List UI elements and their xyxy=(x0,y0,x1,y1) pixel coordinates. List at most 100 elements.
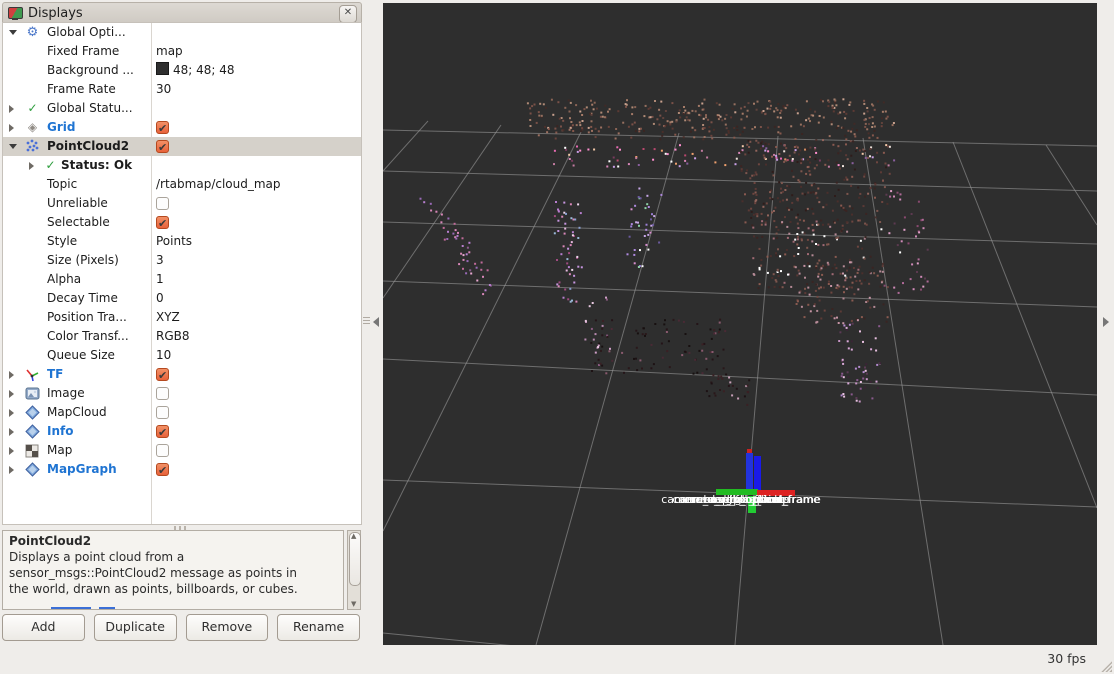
displays-tree[interactable]: ⚙ Global Opti... Fixed Frame map Background … xyxy=(2,22,362,525)
tree-row-pointcloud2[interactable]: PointCloud2 xyxy=(3,137,361,157)
tree-row-label: Style xyxy=(47,234,78,248)
tree-row-frame-rate[interactable]: Frame Rate 30 xyxy=(3,80,361,99)
pointcloud-cluster-ceiling-band xyxy=(526,98,895,130)
check-icon: ✓ xyxy=(45,158,56,172)
tree-row-value[interactable]: map xyxy=(156,42,183,61)
collapse-right-icon[interactable] xyxy=(1103,317,1109,327)
checkbox-checked[interactable] xyxy=(156,214,169,233)
tree-row-label: Queue Size xyxy=(47,348,115,362)
tree-row-image[interactable]: Image xyxy=(3,384,361,403)
tree-row-status-ok[interactable]: ✓ Status: Ok xyxy=(3,156,361,175)
tree-row-label: Background ... xyxy=(47,63,134,77)
map-icon xyxy=(25,443,40,458)
tree-row-unreliable[interactable]: Unreliable xyxy=(3,194,361,213)
tree-row-background[interactable]: Background ... 48; 48; 48 xyxy=(3,61,361,80)
check-icon: ✓ xyxy=(27,101,38,115)
ground-grid xyxy=(383,120,1097,645)
scroll-down-icon[interactable]: ▼ xyxy=(351,600,356,608)
pointcloud-cluster-mid-column-lower xyxy=(584,296,611,366)
description-line: the world, drawn as points, billboards, … xyxy=(9,582,298,596)
tree-row-tf[interactable]: TF xyxy=(3,365,361,385)
chevron-right-icon[interactable] xyxy=(9,371,14,379)
checkbox-unchecked[interactable] xyxy=(156,387,169,400)
checkbox-unchecked[interactable] xyxy=(156,444,169,457)
tree-row-fixed-frame[interactable]: Fixed Frame map xyxy=(3,42,361,61)
tree-row-label: Position Tra... xyxy=(47,310,127,324)
tree-row-grid[interactable]: ◈ Grid xyxy=(3,118,361,138)
checkbox-checked[interactable] xyxy=(156,119,169,138)
tree-row-value[interactable]: 1 xyxy=(156,270,164,289)
checkbox-checked[interactable] xyxy=(156,138,169,157)
chevron-right-icon[interactable] xyxy=(9,105,14,113)
collapse-left-icon[interactable] xyxy=(373,317,379,327)
fps-counter: 30 fps xyxy=(1047,651,1086,666)
tree-row-size-pixels[interactable]: Size (Pixels) 3 xyxy=(3,251,361,270)
displays-panel-titlebar[interactable]: Displays ✕ xyxy=(2,2,362,24)
tree-row-value[interactable]: RGB8 xyxy=(156,327,190,346)
chevron-right-icon[interactable] xyxy=(9,124,14,132)
tree-row-value[interactable]: 48; 48; 48 xyxy=(156,61,235,80)
chevron-right-icon[interactable] xyxy=(9,409,14,417)
gear-icon: ⚙ xyxy=(26,25,39,40)
tree-row-alpha[interactable]: Alpha 1 xyxy=(3,270,361,289)
tree-row-position-tra[interactable]: Position Tra... XYZ xyxy=(3,308,361,327)
tree-row-label: MapCloud xyxy=(47,405,107,419)
chevron-right-icon[interactable] xyxy=(9,428,14,436)
tree-row-value[interactable]: 10 xyxy=(156,346,171,365)
clipped-link-fragment xyxy=(99,607,115,609)
tree-row-label: Alpha xyxy=(47,272,82,286)
chevron-down-icon[interactable] xyxy=(9,144,17,149)
tree-row-label: Image xyxy=(47,386,85,400)
displays-panel-icon xyxy=(8,6,23,20)
pointcloud-cluster-floor-cluster xyxy=(590,318,727,375)
tree-row-label: Size (Pixels) xyxy=(47,253,119,267)
panel-resize-grip[interactable] xyxy=(363,317,370,328)
checkbox-checked[interactable] xyxy=(156,423,169,442)
scrollbar-thumb[interactable] xyxy=(349,532,361,586)
checkbox-unchecked[interactable] xyxy=(156,197,169,210)
chevron-right-icon[interactable] xyxy=(9,466,14,474)
tree-row-label: Info xyxy=(47,424,74,438)
add-button[interactable]: Add xyxy=(2,614,85,641)
checkbox-checked[interactable] xyxy=(156,366,169,385)
render-viewport[interactable]: camera_link camera_depth_frame camera_dept… xyxy=(383,3,1097,645)
pointcloud-cluster-curtain-lower xyxy=(795,261,889,325)
tree-row-decay-time[interactable]: Decay Time 0 xyxy=(3,289,361,308)
tree-row-label: Global Opti... xyxy=(47,25,126,39)
tree-row-value[interactable]: XYZ xyxy=(156,308,180,327)
duplicate-button[interactable]: Duplicate xyxy=(93,614,177,641)
tree-row-value[interactable]: 3 xyxy=(156,251,164,270)
tree-row-value[interactable]: 30 xyxy=(156,80,171,99)
remove-button[interactable]: Remove xyxy=(185,614,269,641)
tree-row-global-statu[interactable]: ✓ Global Statu... xyxy=(3,99,361,118)
pointcloud-cluster-accent-band xyxy=(553,144,896,168)
tree-row-label: Color Transf... xyxy=(47,329,129,343)
tree-row-topic[interactable]: Topic/rtabmap/cloud_map xyxy=(3,175,361,194)
chevron-right-icon[interactable] xyxy=(9,447,14,455)
tree-row-queue-size[interactable]: Queue Size 10 xyxy=(3,346,361,365)
rename-button[interactable]: Rename xyxy=(277,614,360,641)
tree-row-selectable[interactable]: Selectable xyxy=(3,213,361,233)
window-resize-grip[interactable] xyxy=(1099,659,1112,672)
tree-row-global-opti[interactable]: ⚙ Global Opti... xyxy=(3,23,361,42)
tree-row-map[interactable]: Map xyxy=(3,441,361,460)
chevron-right-icon[interactable] xyxy=(29,162,34,170)
tree-row-mapcloud[interactable]: MapCloud xyxy=(3,403,361,422)
checkbox-checked[interactable] xyxy=(156,461,169,480)
close-icon[interactable]: ✕ xyxy=(339,5,357,23)
tree-row-value[interactable]: 0 xyxy=(156,289,164,308)
pointcloud-cluster-door-column xyxy=(883,190,929,294)
tree-row-mapgraph[interactable]: MapGraph xyxy=(3,460,361,480)
checkbox-unchecked[interactable] xyxy=(156,406,169,419)
tree-row-style[interactable]: Style Points xyxy=(3,232,361,251)
chevron-right-icon[interactable] xyxy=(9,390,14,398)
chevron-down-icon[interactable] xyxy=(9,30,17,35)
tree-row-value[interactable]: Points xyxy=(156,232,192,251)
tree-row-color-transf[interactable]: Color Transf... RGB8 xyxy=(3,327,361,346)
scroll-up-icon[interactable]: ▲ xyxy=(351,532,356,540)
tree-row-info[interactable]: Info xyxy=(3,422,361,442)
pointcloud-cluster-floor-sprinkle xyxy=(705,373,751,406)
description-scrollbar[interactable]: ▲ ▼ xyxy=(347,530,361,610)
description-line: sensor_msgs::PointCloud2 message as poin… xyxy=(9,566,297,580)
tree-row-value[interactable]: /rtabmap/cloud_map xyxy=(156,175,281,194)
